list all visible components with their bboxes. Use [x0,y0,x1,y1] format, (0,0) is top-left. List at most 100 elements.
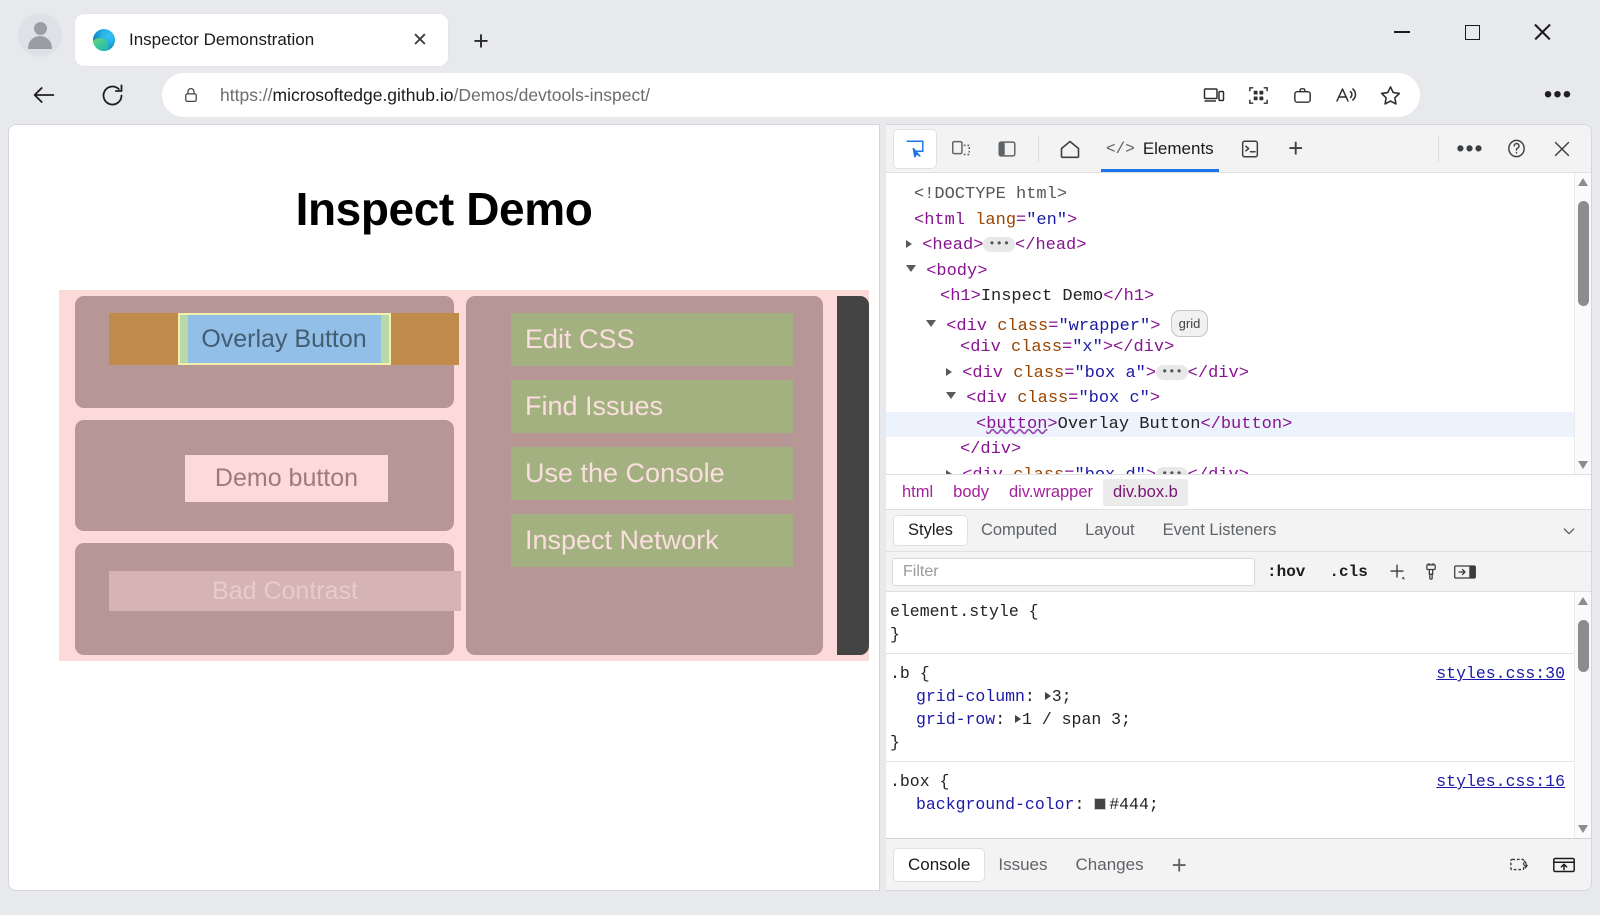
devtools-more-menu-button[interactable]: ••• [1449,130,1491,168]
selector-dot-box[interactable]: .box { [890,770,949,793]
css-rule-box[interactable]: .box { styles.css:16 background-color: #… [886,762,1591,823]
tab-styles[interactable]: Styles [894,516,967,545]
add-panel-button[interactable]: + [1275,130,1317,168]
expand-value-triangle-icon[interactable] [1015,715,1022,723]
browser-more-menu-button[interactable]: ••• [1536,73,1580,117]
browser-tab[interactable]: Inspector Demonstration ✕ [75,14,448,66]
link-find-issues[interactable]: Find Issues [511,380,793,433]
cast-devices-icon[interactable] [1192,75,1236,115]
minimize-icon[interactable] [1376,10,1428,54]
expand-value-triangle-icon[interactable] [1044,692,1051,700]
address-bar[interactable]: https://microsoftedge.github.io/Demos/de… [162,73,1420,117]
bad-contrast-button[interactable]: Bad Contrast [109,571,461,612]
dom-tree-scrollbar[interactable] [1574,173,1591,474]
close-devtools-icon[interactable] [1541,130,1583,168]
restore-drawer-icon[interactable] [1509,854,1533,876]
breadcrumb-item-html[interactable]: html [892,479,943,506]
selector-dot-b[interactable]: .b { [890,662,930,685]
link-use-the-console[interactable]: Use the Console [511,447,793,500]
styles-filter-input[interactable]: Filter [892,557,1255,586]
dom-line-head[interactable]: <head> ••• </head> [886,233,1591,259]
val-background-color[interactable]: #444; [1109,795,1159,814]
inspect-element-icon[interactable] [894,129,936,168]
favorite-star-icon[interactable] [1368,75,1412,115]
tab-computed[interactable]: Computed [967,516,1071,545]
breadcrumb-item-body[interactable]: body [943,479,999,506]
help-question-icon[interactable] [1495,130,1537,168]
scroll-down-arrow-icon[interactable] [1578,461,1588,469]
read-aloud-icon[interactable] [1324,75,1368,115]
dom-line-overlay-button[interactable]: <button>Overlay Button</button> [886,411,1591,437]
breadcrumb-item-div-wrapper[interactable]: div.wrapper [999,479,1103,506]
new-tab-button[interactable]: + [465,25,497,57]
dom-line-box-c[interactable]: <div class="box c"> [886,386,1591,412]
console-drawer-icon[interactable] [1229,130,1271,168]
expand-triangle-icon[interactable] [946,367,952,376]
color-swatch[interactable] [1094,798,1107,810]
chevron-down-icon[interactable] [1561,523,1591,539]
dom-line-h1[interactable]: <h1>Inspect Demo</h1> [886,284,1591,310]
maximize-icon[interactable] [1446,10,1498,54]
expand-triangle-icon[interactable] [946,469,952,474]
expand-triangle-icon[interactable] [906,240,912,248]
scroll-up-arrow-icon[interactable] [1578,178,1588,186]
collapse-triangle-icon[interactable] [946,392,956,399]
collapsed-children-ellipsis[interactable]: ••• [1156,364,1188,380]
styles-rules-list[interactable]: element.style { } .b { styles.css:30 gri… [886,592,1591,838]
tab-event-listeners[interactable]: Event Listeners [1149,516,1291,545]
collapse-triangle-icon[interactable] [906,264,916,272]
class-toggle[interactable]: .cls [1317,563,1379,581]
breadcrumb-item-div-box-b[interactable]: div.box.b [1103,478,1188,506]
stylesheet-source-link[interactable]: styles.css:16 [1436,770,1565,793]
dom-tree[interactable]: <!DOCTYPE html> <html lang="en"> <head> •… [886,173,1591,474]
drawer-tab-console[interactable]: Console [894,848,985,881]
scroll-up-arrow-icon[interactable] [1578,597,1588,605]
val-grid-column[interactable]: 3; [1052,687,1072,706]
dom-line-x[interactable]: <div class="x"></div> [886,335,1591,361]
scrollbar-thumb[interactable] [1578,620,1589,672]
scroll-down-arrow-icon[interactable] [1578,825,1588,833]
back-arrow-icon[interactable] [22,73,66,117]
prop-background-color[interactable]: background-color [916,795,1074,814]
drawer-tab-changes[interactable]: Changes [1062,849,1158,881]
dom-line-html[interactable]: <html lang="en"> [886,208,1591,234]
declaration-grid-row[interactable]: grid-row: 1 / span 3; [890,708,1591,731]
selector-element-style[interactable]: element.style { [890,600,1039,623]
collapse-triangle-icon[interactable] [926,319,936,327]
dom-line-box-d[interactable]: <div class="box d">•••</div> [886,463,1591,474]
collections-grid-icon[interactable] [1236,75,1280,115]
scrollbar-thumb[interactable] [1578,201,1589,306]
demo-button[interactable]: Demo button [185,454,388,502]
styles-scrollbar[interactable] [1574,592,1591,838]
drawer-tab-issues[interactable]: Issues [984,849,1061,881]
hover-state-toggle[interactable]: :hov [1255,563,1317,581]
declaration-grid-column[interactable]: grid-column: 3; [890,685,1591,708]
link-inspect-network[interactable]: Inspect Network [511,514,793,567]
dom-line-box-a[interactable]: <div class="box a"> ••• </div> [886,361,1591,387]
dom-line-wrapper[interactable]: <div class="wrapper"> grid [886,309,1591,337]
link-edit-css[interactable]: Edit CSS [511,313,793,366]
stylesheet-source-link[interactable]: styles.css:30 [1436,662,1565,685]
tab-layout[interactable]: Layout [1071,516,1149,545]
color-picker-icon[interactable] [1414,562,1448,582]
move-to-top-icon[interactable] [1551,854,1577,876]
new-style-rule-icon[interactable] [1380,561,1414,583]
overlay-button[interactable]: Overlay Button [187,315,381,363]
css-rule-element-style[interactable]: element.style { } [886,592,1591,654]
val-grid-row[interactable]: 1 / span 3; [1022,710,1131,729]
profile-avatar[interactable] [18,13,62,57]
collapsed-children-ellipsis[interactable]: ••• [983,237,1016,252]
prop-grid-column[interactable]: grid-column [916,687,1025,706]
home-icon[interactable] [1049,130,1091,168]
declaration-background-color[interactable]: background-color: #444; [890,793,1591,816]
computed-sidebar-icon[interactable] [1448,562,1482,582]
tab-elements[interactable]: </> Elements [1093,125,1227,172]
reload-icon[interactable] [90,73,134,117]
dom-line-box-c-close[interactable]: </div> [886,437,1591,463]
close-icon[interactable]: ✕ [406,26,434,54]
grid-badge[interactable]: grid [1170,309,1209,337]
browser-essentials-icon[interactable] [1280,75,1324,115]
close-icon[interactable] [1516,10,1568,54]
device-emulation-icon[interactable] [940,130,982,168]
dom-line-body[interactable]: <body> [886,259,1591,285]
